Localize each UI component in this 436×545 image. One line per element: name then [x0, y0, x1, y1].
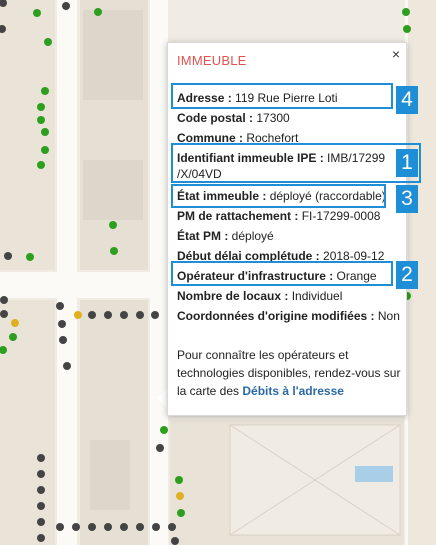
- row-value: déployé: [228, 229, 274, 243]
- annotation-badge: 3: [396, 185, 418, 213]
- street: [150, 0, 168, 545]
- highlight-box-etat: [171, 184, 386, 208]
- row-value: Non: [374, 309, 400, 323]
- info-paragraph: Pour connaître les opérateurs et technol…: [177, 346, 401, 400]
- row-value: Individuel: [288, 289, 343, 303]
- annotation-badge: 2: [396, 261, 418, 289]
- pool: [355, 466, 393, 482]
- annotation-badge: 4: [396, 86, 418, 114]
- close-icon[interactable]: ×: [392, 46, 400, 62]
- popup-title: IMMEUBLE: [177, 53, 247, 68]
- row-label: Coordonnées d'origine modifiées :: [177, 309, 375, 323]
- row-value: FI-17299-0008: [298, 209, 381, 223]
- row-label: État PM :: [177, 229, 229, 243]
- highlight-box-ipe: [171, 143, 421, 183]
- highlight-box-adresse: [171, 83, 393, 109]
- building: [90, 440, 130, 510]
- row-label: Nombre de locaux :: [177, 289, 289, 303]
- building: [83, 160, 143, 220]
- row-label: PM de rattachement :: [177, 209, 299, 223]
- annotation-badge: 1: [396, 149, 418, 177]
- row-pm-rattachement: PM de rattachement : FI-17299-0008: [177, 206, 405, 226]
- row-etat-pm: État PM : déployé: [177, 226, 405, 246]
- row-coordonnees: Coordonnées d'origine modifiées : Non: [177, 306, 405, 326]
- building: [83, 10, 143, 100]
- debits-link[interactable]: Débits à l'adresse: [242, 384, 344, 398]
- row-code-postal: Code postal : 17300: [177, 108, 405, 128]
- row-nombre-locaux: Nombre de locaux : Individuel: [177, 286, 405, 306]
- row-label: Code postal :: [177, 111, 254, 125]
- building-block: [0, 300, 55, 545]
- row-value: 17300: [253, 111, 290, 125]
- highlight-box-operateur: [171, 261, 393, 286]
